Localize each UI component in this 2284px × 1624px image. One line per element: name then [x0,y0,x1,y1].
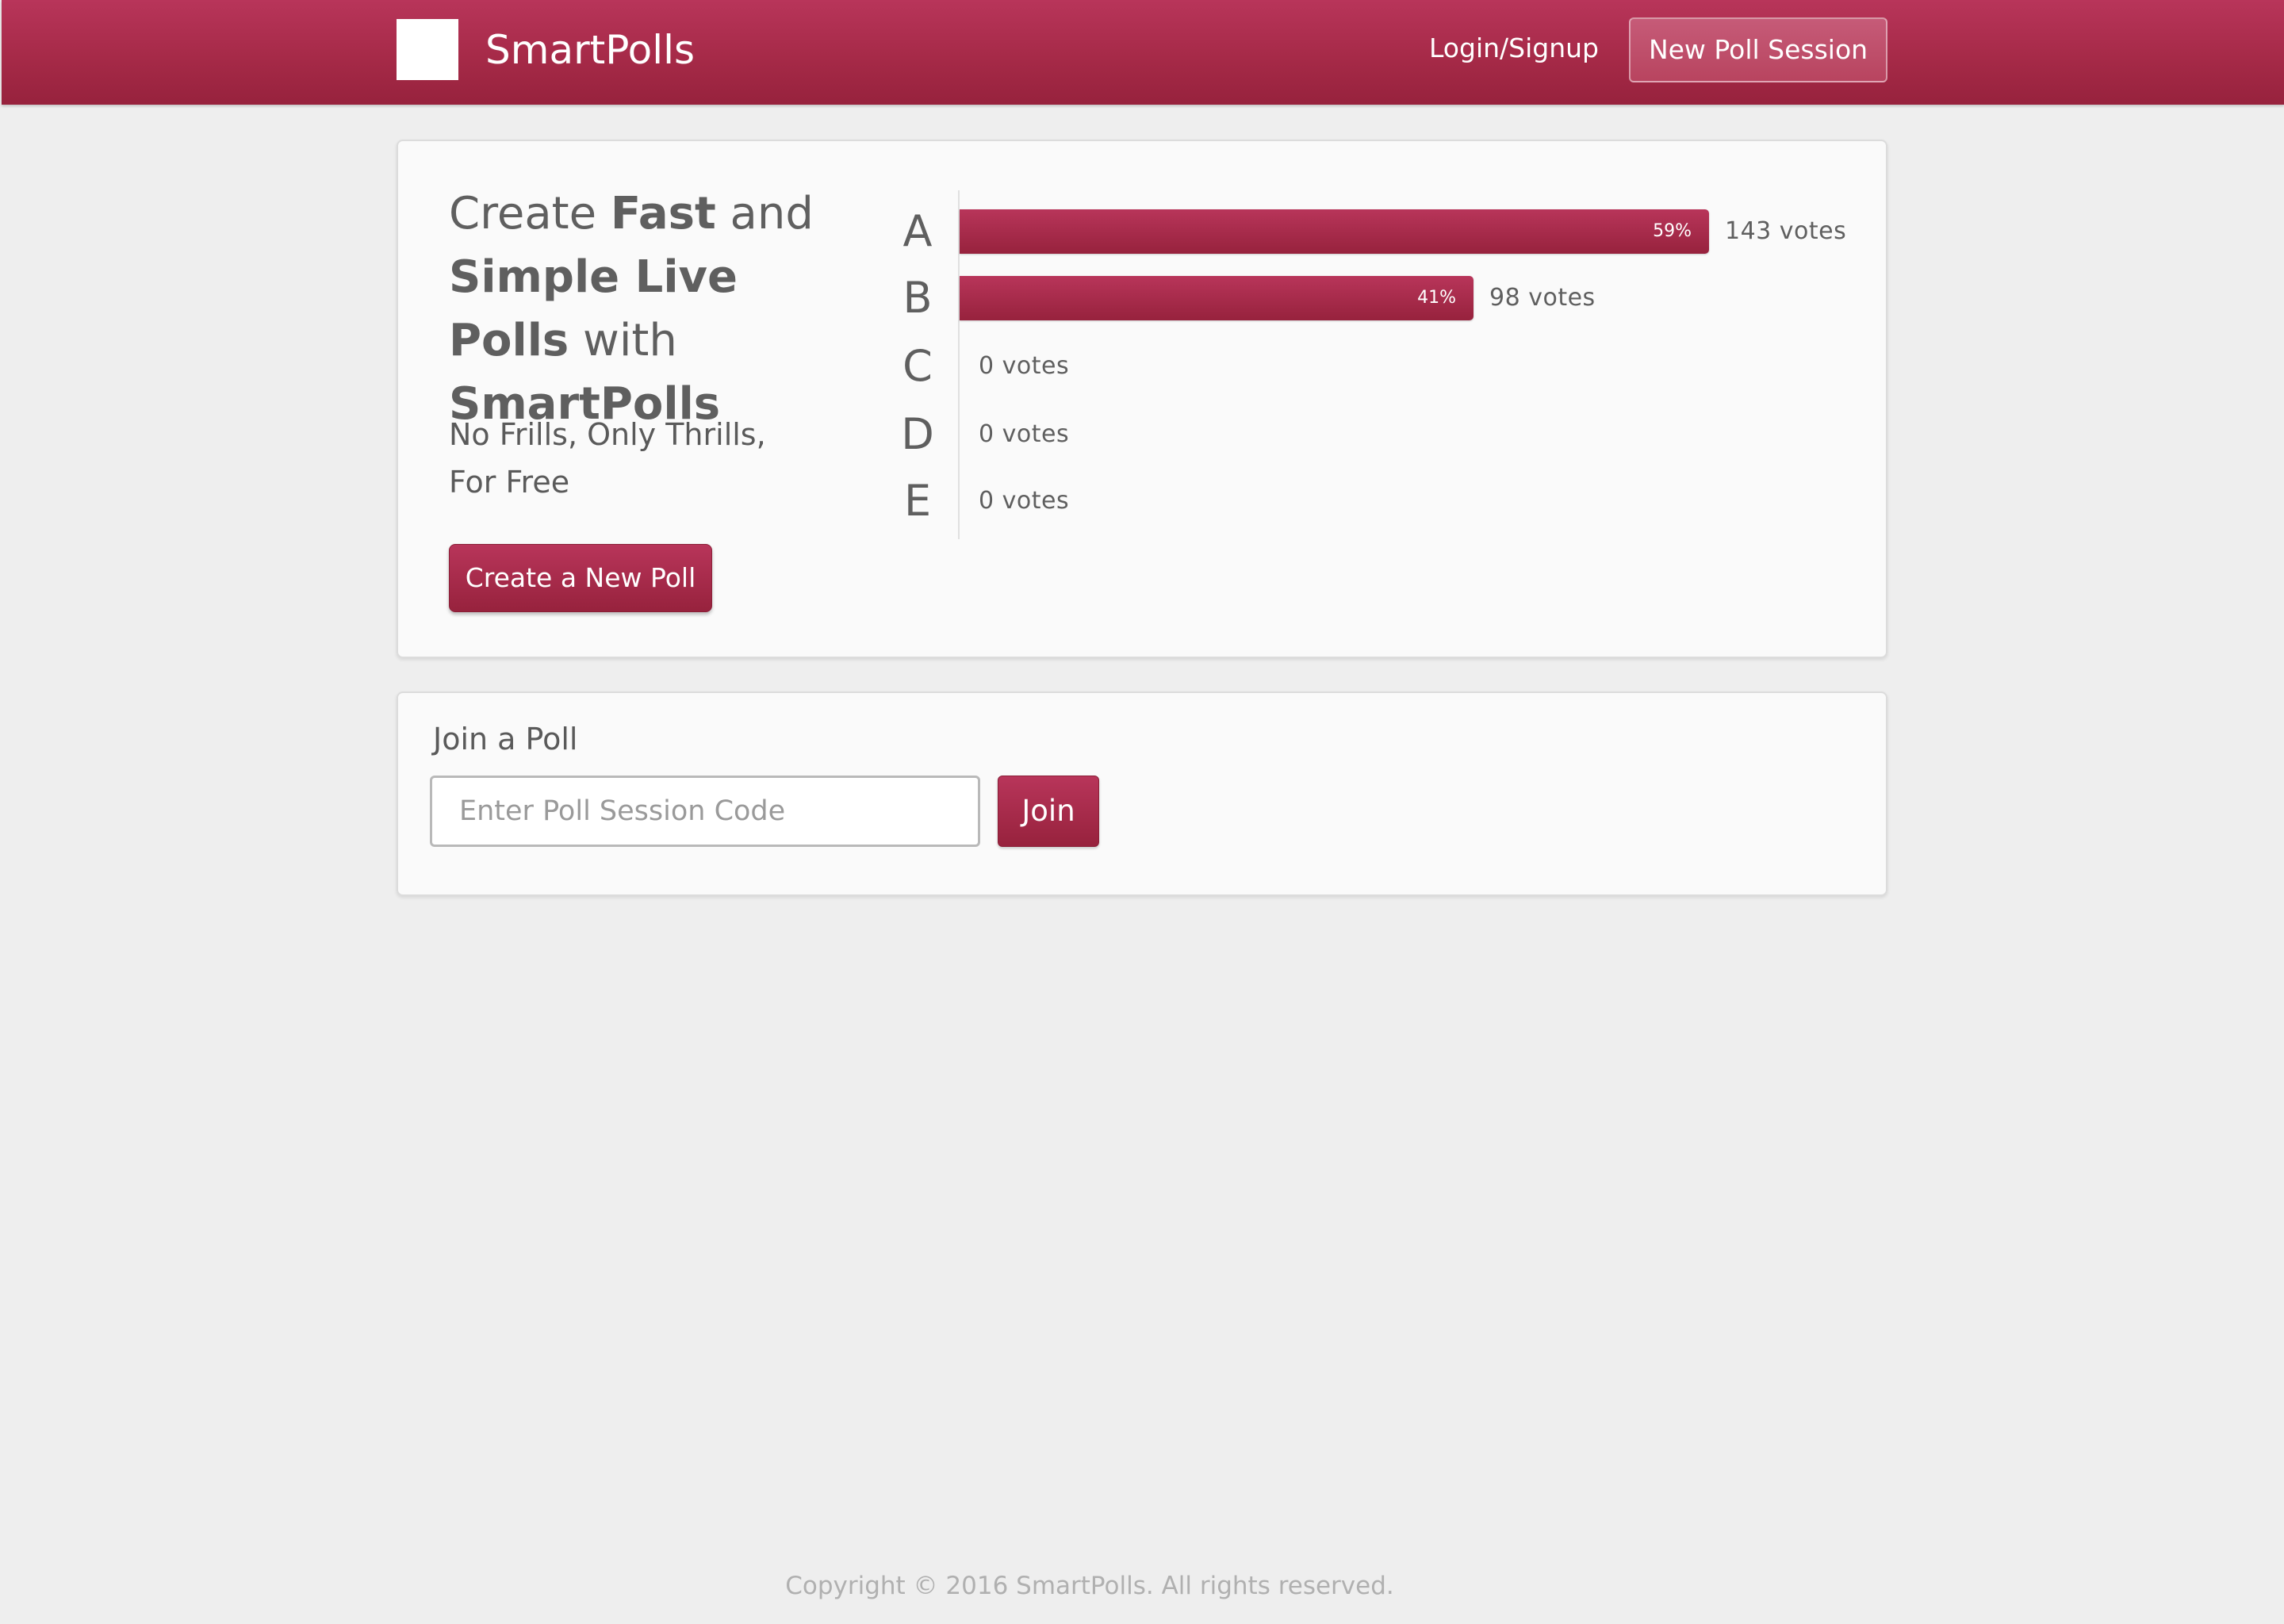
hero-panel: Create Fast and Simple Live Polls with S… [397,140,1887,658]
footer-copyright: Copyright © 2016 SmartPolls. All rights … [785,1572,1394,1600]
sample-poll-chart: A 59% 143 votes B 41% 98 votes C 0 votes D 0 vote… [874,190,1873,539]
vote-count-label: 0 votes [979,352,1070,380]
poll-option-row: B 41% 98 votes [874,274,1873,322]
poll-session-code-input[interactable] [430,776,980,847]
vote-bar: 41% [960,276,1473,320]
poll-option-row: E 0 votes [874,477,1873,525]
new-poll-session-button[interactable]: New Poll Session [1629,17,1887,82]
vote-count-label: 0 votes [979,420,1070,448]
tagline-line: For Free [449,465,570,500]
vote-percent-label: 41% [1417,288,1456,308]
hero-tagline: No Frills, Only Thrills, For Free [449,411,861,506]
vote-bar: 59% [960,209,1709,254]
headline-emphasis: Fast [610,188,716,239]
join-poll-title: Join a Poll [433,722,578,756]
option-letter: A [902,206,933,256]
headline-text: with [569,315,677,366]
top-navbar: SmartPolls Login/Signup New Poll Session [2,0,2284,105]
hero-headline: Create Fast and Simple Live Polls with S… [449,182,861,436]
option-letter: D [901,409,934,459]
tagline-line: No Frills, Only Thrills, [449,417,766,452]
headline-text: Create [449,188,611,239]
join-button[interactable]: Join [998,776,1099,847]
option-letter: B [902,273,933,323]
create-new-poll-button[interactable]: Create a New Poll [449,544,712,612]
join-poll-panel: Join a Poll Join [397,691,1887,896]
vote-percent-label: 59% [1653,221,1692,241]
poll-option-row: D 0 votes [874,411,1873,458]
vote-count-label: 143 votes [1725,217,1847,245]
vote-count-label: 98 votes [1489,284,1596,312]
option-letter: C [902,341,933,391]
brand-name[interactable]: SmartPolls [485,19,695,81]
headline-text: and [715,188,814,239]
vote-count-label: 0 votes [979,487,1070,515]
login-signup-link[interactable]: Login/Signup [1429,17,1599,79]
option-letter: E [903,476,932,526]
brand-logo[interactable] [397,19,458,80]
poll-option-row: A 59% 143 votes [874,208,1873,255]
poll-option-row: C 0 votes [874,343,1873,390]
